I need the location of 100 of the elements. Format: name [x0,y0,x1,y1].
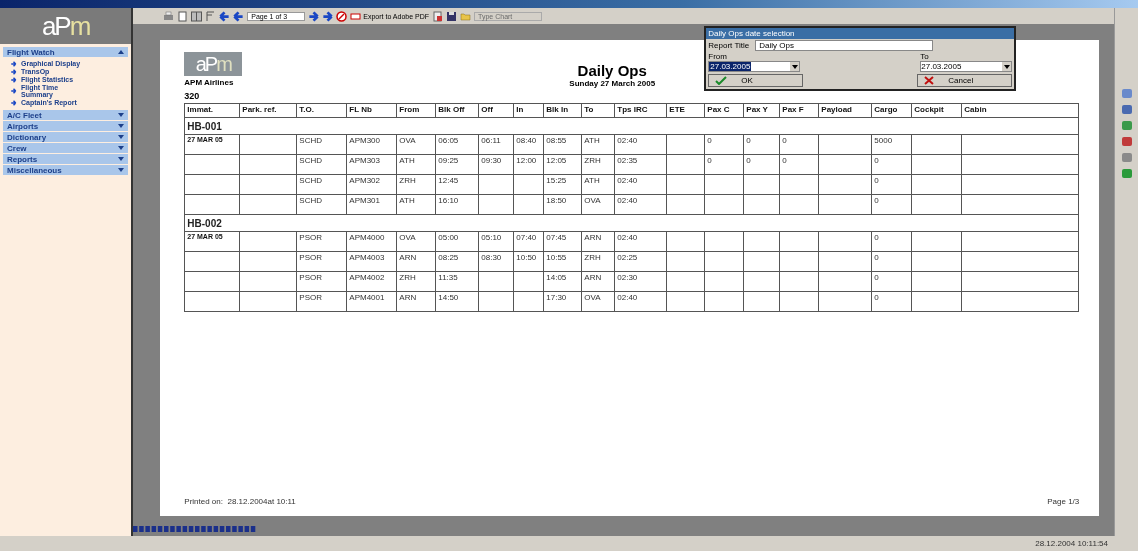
tool-icon[interactable] [1120,88,1133,99]
table-cell: APM301 [346,194,397,215]
table-cell: 0 [704,134,744,155]
table-cell: 05:10 [478,231,514,252]
tool-icon[interactable] [1120,120,1133,131]
column-header: T.O. [296,103,347,118]
column-header: Off [478,103,514,118]
table-cell: 02:30 [614,271,667,292]
table-cell: 18:50 [543,194,582,215]
table-cell: SCHD [296,174,347,195]
table-cell: SCHD [296,134,347,155]
table-cell: 08:40 [513,134,544,155]
table-cell: ZRH [396,174,436,195]
group-header: HB-002 [184,214,1079,232]
sidebar-section[interactable]: Crew [3,143,129,153]
table-cell: 16:10 [435,194,479,215]
last-page-icon[interactable] [322,10,334,22]
table-cell: APM4002 [346,271,397,292]
column-header: In [513,103,544,118]
table-cell: 05:00 [435,231,479,252]
table-cell: APM4001 [346,291,397,312]
from-date-dropdown[interactable]: 27.03.2005 [708,61,801,72]
table-cell: 0 [779,134,819,155]
table-cell: 5000 [871,134,912,155]
tool-icon[interactable] [1120,104,1133,115]
table-cell: 09:25 [435,154,479,175]
printer-icon[interactable] [163,10,175,22]
column-header: From [396,103,436,118]
table-cell: OVA [581,194,615,215]
table-cell: 07:40 [513,231,544,252]
save-icon[interactable] [446,10,458,22]
table-cell: 15:25 [543,174,582,195]
logo: aPm [184,52,243,76]
page-number: Page 1/3 [1047,497,1080,506]
table-cell: 06:11 [478,134,514,155]
company-name: APM Airlines [184,78,235,87]
table-cell: APM4000 [346,231,397,252]
table-cell: ARN [581,271,615,292]
column-header: Blk In [543,103,582,118]
stop-icon[interactable] [336,10,348,22]
first-page-icon[interactable] [219,10,231,22]
column-header: To [581,103,615,118]
table-cell: 0 [871,194,912,215]
table-cell: SCHD [296,194,347,215]
table-cell: 10:50 [513,251,544,272]
table-cell: 0 [871,291,912,312]
table-cell: 07:45 [543,231,582,252]
table-cell: SCHD [296,154,347,175]
table-cell: 02:35 [614,154,667,175]
table-cell: OVA [396,231,436,252]
table-cell: PSOR [296,251,347,272]
cancel-button[interactable]: Cancel [917,74,1013,87]
table-cell: 0 [871,174,912,195]
sidebar-section[interactable]: A/C Fleet [3,110,129,120]
table-cell: 02:40 [614,174,667,195]
next-page-icon[interactable] [308,10,320,22]
table-cell: 0 [743,134,780,155]
table-cell: 0 [871,231,912,252]
table-cell: 14:50 [435,291,479,312]
column-header: Pax F [779,103,819,118]
tool-icon[interactable] [1120,168,1133,179]
table-cell: 12:45 [435,174,479,195]
table-cell: 02:40 [614,291,667,312]
table-cell: 09:30 [478,154,514,175]
tool-icon[interactable] [1120,136,1133,147]
table-cell: 14:05 [543,271,582,292]
sidebar-section[interactable]: Flight Watch [3,47,129,57]
report-title-field[interactable]: Daily Ops [755,40,934,51]
sidebar-section[interactable]: Airports [3,121,129,131]
pdf-icon [350,10,362,22]
caret-icon [791,64,798,69]
table-cell: 08:25 [435,251,479,272]
previous-page-icon[interactable] [233,10,245,22]
export-options-icon[interactable] [432,10,444,22]
table-cell: 0 [779,154,819,175]
arrow-right-icon [9,88,18,94]
table-cell: 08:30 [478,251,514,272]
arrow-right-icon [9,99,18,106]
to-date-dropdown[interactable]: 27.03.2005 [920,61,1013,72]
column-header: FL Nb [346,103,397,118]
sidebar-section[interactable]: Dictionary [3,132,129,142]
ok-button[interactable]: OK [708,74,804,87]
table-cell: 11:35 [435,271,479,292]
table-cell: APM302 [346,174,397,195]
column-header: Cabin [961,103,1079,118]
table-cell: PSOR [296,231,347,252]
tool-icon[interactable] [1120,152,1133,163]
caret-icon [1003,64,1010,69]
two-page-icon[interactable] [191,10,203,22]
column-header: Cockpit [911,103,962,118]
single-page-icon[interactable] [177,10,189,22]
column-header: Pax C [704,103,744,118]
field-label: From [708,52,728,61]
report-title: Daily Ops [577,62,647,79]
page-width-icon[interactable] [205,10,217,22]
table-cell: ZRH [396,271,436,292]
dialog-title: Daily Ops date selection [706,28,1015,39]
sidebar-section[interactable]: Reports [3,154,129,164]
sidebar-section[interactable]: Miscellaneous [3,165,129,175]
table-cell: ATH [396,154,436,175]
